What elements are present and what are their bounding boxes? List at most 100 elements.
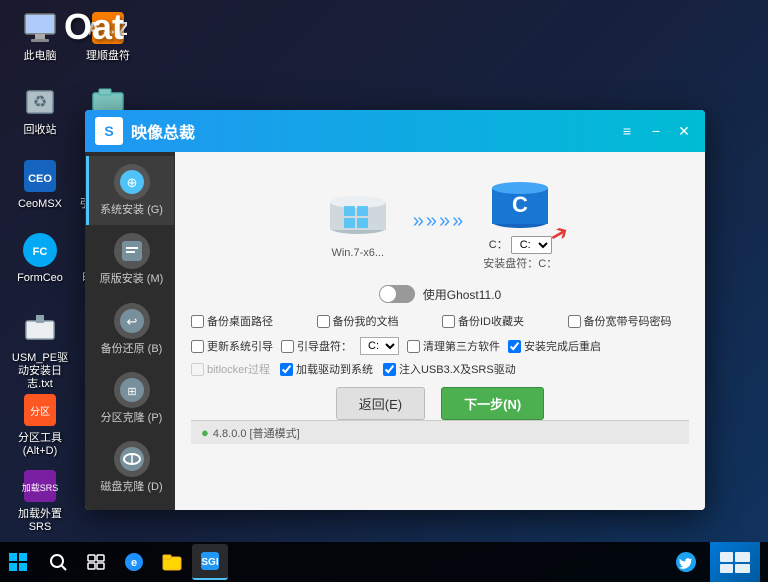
next-button[interactable]: 下一步(N) xyxy=(441,387,544,420)
cb-favorites-label: 备份ID收藏夹 xyxy=(458,313,524,329)
cb-usb3[interactable]: 注入USB3.X及SRS驱动 xyxy=(383,361,516,377)
partition-label: 分区工具(Alt+D) xyxy=(8,432,72,458)
app-logo: S xyxy=(95,117,123,145)
source-drive-icon xyxy=(323,184,393,244)
desktop-icon-ceomsx[interactable]: CEO CeoMSX xyxy=(8,156,72,211)
cb-password[interactable]: 备份宽带号码密码 xyxy=(568,313,690,329)
formceo-icon: FC xyxy=(20,230,60,270)
source-drive: Win.7-x6... xyxy=(323,184,393,259)
usbpe-icon xyxy=(20,310,60,350)
pinyin-label: 理顺盘符 xyxy=(86,50,130,63)
version-text: 4.8.0.0 [普通模式] xyxy=(213,425,300,441)
backup-label: 备份还原 (B) xyxy=(101,342,163,356)
cb-docs-input[interactable] xyxy=(317,315,330,328)
cb-desktop[interactable]: 备份桌面路径 xyxy=(191,313,313,329)
cb-boot-symbol-label: 引导盘符： xyxy=(297,338,352,354)
taskbar-ie[interactable]: e xyxy=(116,544,152,580)
taskbar-search[interactable] xyxy=(40,544,76,580)
cb-usb3-label: 注入USB3.X及SRS驱动 xyxy=(399,361,516,377)
cb-clear-third-party[interactable]: 清理第三方软件 xyxy=(407,338,500,354)
taskbar-win-watermark: W7 xyxy=(710,542,760,582)
cb-boot-symbol[interactable]: 引导盘符： xyxy=(281,338,352,354)
close-button[interactable]: ✕ xyxy=(673,120,695,142)
cb-docs[interactable]: 备份我的文档 xyxy=(317,313,439,329)
ghost-toggle-label: 使用Ghost11.0 xyxy=(423,286,501,303)
svg-text:⊞: ⊞ xyxy=(127,386,136,398)
main-content: Win.7-x6... » » » » xyxy=(175,152,705,510)
cb-update-bootloader-label: 更新系统引导 xyxy=(207,338,273,354)
desktop-icon-formceo[interactable]: FC FormCeo xyxy=(8,230,72,285)
desktop-icon-recycle[interactable]: ♻ 回收站 xyxy=(8,82,72,137)
ghost-toggle[interactable] xyxy=(379,285,415,303)
install-icon: ⊕ xyxy=(114,164,150,200)
cb-password-input[interactable] xyxy=(568,315,581,328)
cb-boot-symbol-input[interactable] xyxy=(281,340,294,353)
toggle-knob xyxy=(380,286,396,302)
taskbar-explorer[interactable] xyxy=(154,544,190,580)
cb-update-bootloader[interactable]: 更新系统引导 xyxy=(191,338,273,354)
taskbar-pinned-items: e SGI xyxy=(36,542,232,582)
boot-drive-select[interactable]: C: xyxy=(360,337,399,355)
target-select-row: C： C: xyxy=(489,234,552,254)
diskclone-icon xyxy=(114,441,150,477)
arrow-2: » xyxy=(426,210,437,233)
srs-label: 加载外置SRS xyxy=(8,508,72,534)
taskbar-twitter[interactable] xyxy=(668,544,704,580)
cb-add-driver[interactable]: 加载驱动到系统 xyxy=(280,361,373,377)
cb-bitlocker-label: bitlocker过程 xyxy=(207,361,270,377)
cb-favorites-input[interactable] xyxy=(442,315,455,328)
partition-label: 分区克隆 (P) xyxy=(101,411,163,425)
original-icon xyxy=(114,233,150,269)
title-bar: S 映像总裁 ≡ − ✕ xyxy=(85,110,705,152)
cb-desktop-input[interactable] xyxy=(191,315,204,328)
taskbar-taskview[interactable] xyxy=(78,544,114,580)
svg-text:加载SRS: 加载SRS xyxy=(22,482,59,493)
cb-add-driver-label: 加载驱动到系统 xyxy=(296,361,373,377)
cb-auto-restart-input[interactable] xyxy=(508,340,521,353)
cb-clear-third-party-input[interactable] xyxy=(407,340,420,353)
sidebar-item-install[interactable]: ⊕ 系统安装 (G) xyxy=(86,156,174,225)
sidebar-item-backup[interactable]: ↩ 备份还原 (B) xyxy=(86,295,174,364)
svg-text:SGI: SGI xyxy=(201,557,218,568)
svg-text:♻: ♻ xyxy=(33,94,47,111)
sidebar-item-original[interactable]: 原版安装 (M) xyxy=(86,225,174,294)
window-controls: ≡ − ✕ xyxy=(623,120,695,142)
back-button[interactable]: 返回(E) xyxy=(336,387,425,420)
menu-icon[interactable]: ≡ xyxy=(623,123,631,139)
cb-auto-restart[interactable]: 安装完成后重启 xyxy=(508,338,601,354)
desktop-icon-partition[interactable]: 分区 分区工具(Alt+D) xyxy=(8,390,72,458)
desktop-icon-computer[interactable]: 此电脑 xyxy=(8,8,72,63)
svg-text:C: C xyxy=(512,192,528,217)
cb-bitlocker[interactable]: bitlocker过程 xyxy=(191,361,270,377)
svg-text:↩: ↩ xyxy=(126,314,137,329)
svg-text:分区: 分区 xyxy=(30,406,50,418)
ghost-toggle-row: 使用Ghost11.0 xyxy=(191,285,689,303)
recycle-icon: ♻ xyxy=(20,82,60,122)
sidebar: ⊕ 系统安装 (G) 原版安装 (M) xyxy=(85,152,175,510)
sidebar-item-partition[interactable]: ⊞ 分区克隆 (P) xyxy=(86,364,174,433)
target-drive-select[interactable]: C: xyxy=(511,236,552,254)
cb-docs-label: 备份我的文档 xyxy=(333,313,399,329)
desktop-icon-usbpe[interactable]: USM_PE驱动安装日志.txt xyxy=(8,310,72,392)
install-diagram: Win.7-x6... » » » » xyxy=(191,172,689,271)
arrow-1: » xyxy=(413,210,424,233)
taskbar-sgi[interactable]: SGI xyxy=(192,544,228,580)
svg-text:⊕: ⊕ xyxy=(126,175,137,190)
version-icon: ● xyxy=(201,425,209,440)
app-title: 映像总裁 xyxy=(131,119,623,143)
arrows-container: » » » » xyxy=(413,210,464,233)
checkbox-grid: 备份桌面路径 备份我的文档 备份ID收藏夹 备份宽带号码密码 xyxy=(191,313,689,329)
cb-favorites[interactable]: 备份ID收藏夹 xyxy=(442,313,564,329)
computer-label: 此电脑 xyxy=(24,50,57,63)
svg-text:FC: FC xyxy=(33,246,48,258)
oat-label: Oat xyxy=(64,6,124,48)
arrow-3: » xyxy=(439,210,450,233)
desktop-icon-srs[interactable]: 加载SRS 加载外置SRS xyxy=(8,466,72,534)
minimize-button[interactable]: − xyxy=(645,120,667,142)
sidebar-item-diskclone[interactable]: 磁盘克隆 (D) xyxy=(86,433,174,502)
cb-update-bootloader-input[interactable] xyxy=(191,340,204,353)
app-window: S 映像总裁 ≡ − ✕ ⊕ 系统安装 (G) xyxy=(85,110,705,510)
cb-usb3-input[interactable] xyxy=(383,363,396,376)
taskbar-start-button[interactable] xyxy=(0,544,36,580)
cb-add-driver-input[interactable] xyxy=(280,363,293,376)
